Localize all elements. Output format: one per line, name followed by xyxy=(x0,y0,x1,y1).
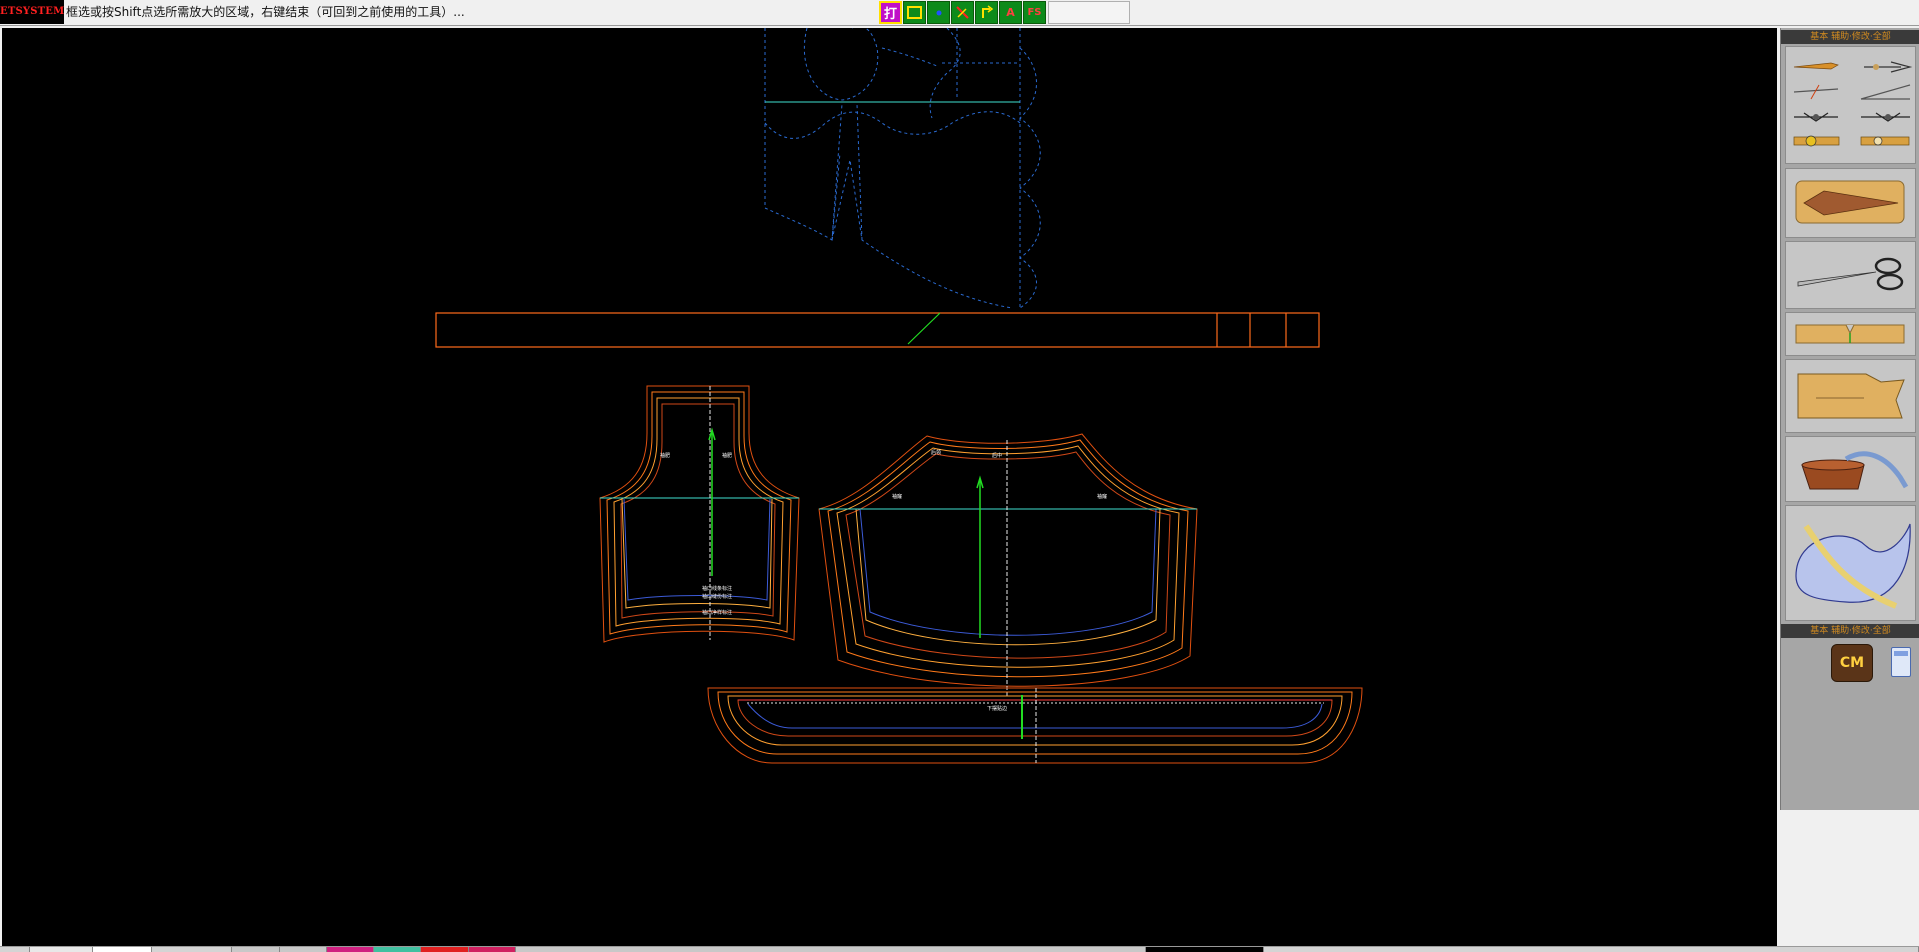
small-tools-svg xyxy=(1793,61,1913,147)
bottom-tab[interactable] xyxy=(232,947,280,952)
waistband-grain-line xyxy=(907,312,941,345)
bottom-tab[interactable] xyxy=(516,947,1147,952)
back-label-c: 袖窿 xyxy=(1097,494,1108,500)
sleeve-label-c3: 袖口净样标注 xyxy=(702,610,733,616)
status-bar: ETSYSTEM 框选或按Shift点选所需放大的区域，右键结束（可回到之前使用… xyxy=(0,0,1919,26)
pen-nib-icon[interactable] xyxy=(1864,61,1913,73)
pencil-icon[interactable] xyxy=(1793,62,1839,70)
cutting-knife-tool[interactable] xyxy=(1785,168,1916,238)
bottom-tab[interactable] xyxy=(279,947,327,952)
waistband-piece xyxy=(435,312,1320,348)
text-icon: A xyxy=(1006,6,1015,19)
bottom-tab-strip xyxy=(0,946,1919,952)
rectangle-icon xyxy=(907,6,922,19)
sleeve-label-a: 袖肥 xyxy=(660,453,671,459)
angle-icon[interactable] xyxy=(1860,84,1911,100)
bottom-tab[interactable] xyxy=(468,947,516,952)
print-tool-button[interactable]: 打 xyxy=(879,1,902,24)
line-icon[interactable] xyxy=(1793,84,1839,100)
sleeve-label-b: 袖肥 xyxy=(722,453,733,459)
fs-icon: FS xyxy=(1027,7,1042,18)
tape-icon[interactable] xyxy=(1793,135,1840,147)
back-label-b: 袖窿 xyxy=(892,494,903,500)
pattern-piece-icon xyxy=(1797,373,1905,419)
notch-tool[interactable] xyxy=(1785,312,1916,356)
tape2-icon[interactable] xyxy=(1860,136,1910,146)
hem-label: 下摆贴边 xyxy=(987,706,1008,712)
toolbar-empty-slot xyxy=(1048,1,1130,24)
compass-icon[interactable] xyxy=(1794,112,1838,122)
panel-empty-area xyxy=(1780,810,1919,952)
pattern-piece-tool[interactable] xyxy=(1785,359,1916,433)
bottom-tab[interactable] xyxy=(92,947,152,952)
dashed-draft xyxy=(764,28,1041,309)
scissors-tool[interactable] xyxy=(1785,241,1916,309)
cross-icon xyxy=(956,6,969,19)
sleeve-label-c1: 袖口线条标注 xyxy=(702,586,733,592)
app-logo: ETSYSTEM xyxy=(0,0,64,24)
scissors-icon xyxy=(1797,257,1904,291)
sleeve-label-c2: 袖口缝份标注 xyxy=(702,594,733,600)
cutting-knife-icon xyxy=(1795,180,1905,224)
notch-icon xyxy=(1795,324,1905,344)
french-curve-tool[interactable] xyxy=(1785,505,1916,621)
unit-cm-button[interactable]: CM xyxy=(1831,644,1873,682)
bottom-tab[interactable] xyxy=(421,947,469,952)
bottom-tab[interactable] xyxy=(1146,947,1265,952)
arrow-tool-button[interactable] xyxy=(975,1,998,24)
calculator-icon[interactable] xyxy=(1891,647,1911,677)
bottom-tab[interactable] xyxy=(0,947,30,952)
bottom-tab[interactable] xyxy=(326,947,375,952)
print-icon: 打 xyxy=(883,7,897,22)
drawing-canvas[interactable]: 袖肥 袖肥 袖口线条标注 袖口缝份标注 袖口净样标注 后领 袖窿 袖窿 后中 下… xyxy=(2,28,1777,946)
french-curve-icon xyxy=(1795,523,1911,609)
text-tool-button[interactable]: A xyxy=(999,1,1022,24)
bottom-tab[interactable] xyxy=(151,947,233,952)
back-label-d: 后中 xyxy=(992,453,1003,459)
bottom-tab[interactable] xyxy=(374,947,422,952)
basin-tool[interactable] xyxy=(1785,436,1916,502)
back-piece xyxy=(818,433,1198,698)
back-label-a: 后领 xyxy=(931,450,942,456)
point-tool-button[interactable] xyxy=(927,1,950,24)
panel-section-header-2[interactable]: 基本 辅助·修改·全部 xyxy=(1781,624,1919,638)
point-icon xyxy=(936,10,941,15)
drawing-toolbar: 打 A FS xyxy=(879,1,1047,24)
small-tools-grid xyxy=(1785,46,1916,164)
arrow-icon xyxy=(982,5,994,18)
bottom-tab[interactable] xyxy=(29,947,93,952)
cross-tool-button[interactable] xyxy=(951,1,974,24)
sleeve-piece xyxy=(599,385,800,643)
tool-panel: 基本 辅助·修改·全部 基本 辅助·修改·全部 CM xyxy=(1780,28,1919,810)
panel-section-header-1[interactable]: 基本 辅助·修改·全部 xyxy=(1781,30,1919,44)
basin-icon xyxy=(1801,451,1909,490)
rectangle-tool-button[interactable] xyxy=(903,1,926,24)
fs-tool-button[interactable]: FS xyxy=(1023,1,1046,24)
pattern-drawing xyxy=(435,28,1363,764)
compass2-icon[interactable] xyxy=(1861,112,1910,122)
status-hint-text: 框选或按Shift点选所需放大的区域，右键结束（可回到之前使用的工具）... xyxy=(66,5,465,19)
hem-piece xyxy=(707,687,1363,764)
bottom-tab[interactable] xyxy=(1264,947,1919,952)
